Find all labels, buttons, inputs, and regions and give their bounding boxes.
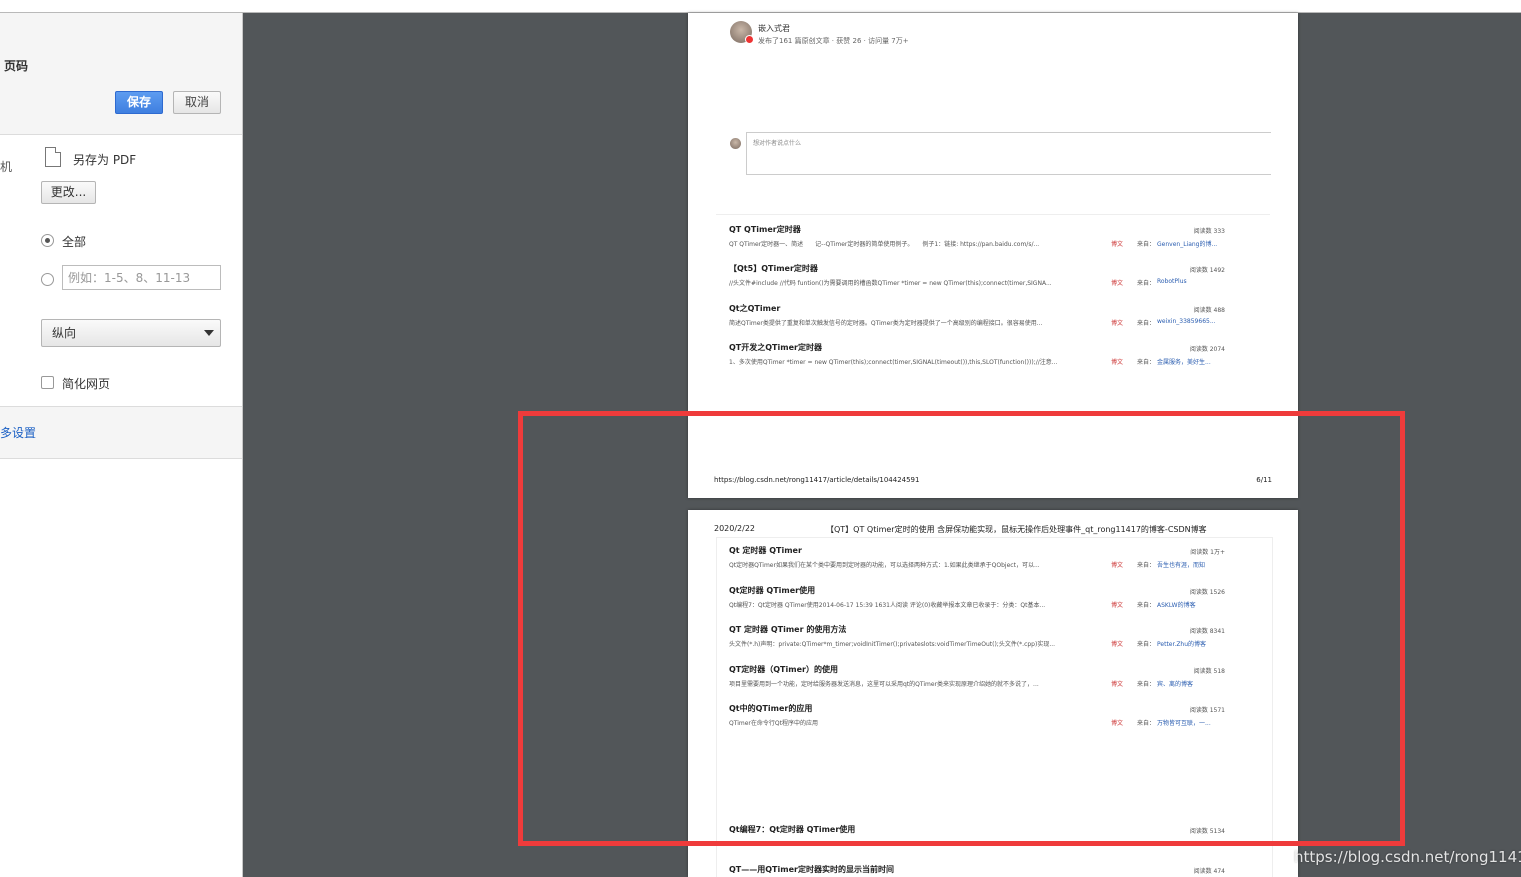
page-count-title: 页码 xyxy=(4,59,29,73)
recommend-tag: 博文 xyxy=(1111,320,1124,327)
author-name: 嵌入式君 xyxy=(758,24,790,33)
comment-placeholder: 想对作者说点什么 xyxy=(753,140,802,147)
save-button[interactable]: 保存 xyxy=(115,91,163,114)
comment-avatar xyxy=(730,138,741,149)
recommend-title: QT——用QTimer定时器实时的显示当前时间 xyxy=(729,865,894,874)
recommend-desc: 1、多次使用QTimer *timer = new QTimer(this);c… xyxy=(729,359,1058,366)
layout-select-value: 纵向 xyxy=(52,326,77,340)
simplify-page-label: 简化网页 xyxy=(62,377,111,391)
recommend-desc: //头文件#include //代码 funtion()为需要调用的槽函数QTi… xyxy=(729,280,1052,287)
author-stats: 发布了161 篇原创文章 · 获赞 26 · 访问量 7万+ xyxy=(758,37,909,45)
recommend-item[interactable]: QT开发之QTimer定时器 阅读数 2074 1、多次使用QTimer *time… xyxy=(729,342,1225,372)
recommend-tag: 博文 xyxy=(1111,359,1124,366)
cancel-button[interactable]: 取消 xyxy=(173,91,221,114)
recommend-item[interactable]: Qt之QTimer 阅读数 488 简述QTimer类提供了重复和单次触发信号的定时… xyxy=(729,303,1225,333)
change-destination-button[interactable]: 更改... xyxy=(41,181,96,204)
destination-label: 机 xyxy=(0,160,13,174)
recommend-tag: 博文 xyxy=(1111,280,1124,287)
print-settings-panel: 页码 保存 取消 机 另存为 PDF 更改... 全部 例如：1-5、8、11-… xyxy=(0,13,243,877)
read-count: 阅读数 474 xyxy=(1193,868,1225,875)
source-link[interactable]: RobotPlus xyxy=(1157,278,1225,285)
watermark: https://blog.csdn.net/rong11417 xyxy=(1294,848,1521,866)
chevron-down-icon xyxy=(204,330,214,336)
source-link[interactable]: weixin_33859665... xyxy=(1157,318,1225,325)
recommend-title: 【Qt5】QTimer定时器 xyxy=(729,264,818,273)
recommend-item[interactable]: QT——用QTimer定时器实时的显示当前时间 阅读数 474 xyxy=(729,864,1225,877)
recommend-desc: QT QTimer定时器一、简述 记--QTimer定时器的简单使用例子。 例子… xyxy=(729,241,1040,248)
read-count: 阅读数 2074 xyxy=(1189,346,1225,353)
panel-header: 页码 保存 取消 xyxy=(0,13,242,135)
recommend-title: QT QTimer定时器 xyxy=(729,225,801,234)
from-label: 来自： xyxy=(1137,280,1156,287)
more-settings-section: 多设置 xyxy=(0,406,242,459)
recommend-desc: 简述QTimer类提供了重复和单次触发信号的定时器。QTimer类为定时器提供了… xyxy=(729,320,1043,327)
recommend-item[interactable]: 【Qt5】QTimer定时器 阅读数 1492 //头文件#include //代码… xyxy=(729,263,1225,293)
recommend-item[interactable]: QT QTimer定时器 阅读数 333 QT QTimer定时器一、简述 记--Q… xyxy=(729,224,1225,254)
pdf-document-icon xyxy=(45,147,61,167)
highlight-box xyxy=(518,411,1405,846)
divider xyxy=(716,214,1270,215)
recommend-tag: 博文 xyxy=(1111,241,1124,248)
source-link[interactable]: Genven_Liang的博... xyxy=(1157,239,1225,248)
comment-input: 想对作者说点什么 xyxy=(746,132,1271,175)
read-count: 阅读数 488 xyxy=(1193,307,1225,314)
from-label: 来自： xyxy=(1137,359,1156,366)
read-count: 阅读数 333 xyxy=(1193,228,1225,235)
recommend-title: QT开发之QTimer定时器 xyxy=(729,343,822,352)
recommend-title: Qt之QTimer xyxy=(729,304,781,313)
pages-range-radio[interactable] xyxy=(41,273,54,286)
source-link[interactable]: 金属服务，美好生... xyxy=(1157,357,1225,366)
more-settings-link[interactable]: 多设置 xyxy=(0,424,36,441)
destination-name: 另存为 PDF xyxy=(73,153,137,167)
pages-all-label: 全部 xyxy=(62,235,87,249)
layout-select[interactable]: 纵向 xyxy=(41,319,221,347)
badge-icon xyxy=(745,35,754,44)
from-label: 来自： xyxy=(1137,320,1156,327)
simplify-page-checkbox[interactable] xyxy=(41,376,54,389)
pages-all-radio[interactable] xyxy=(41,234,54,247)
read-count: 阅读数 1492 xyxy=(1189,267,1225,274)
pages-range-input[interactable]: 例如：1-5、8、11-13 xyxy=(62,265,221,290)
top-bar xyxy=(0,0,1521,13)
from-label: 来自： xyxy=(1137,241,1156,248)
